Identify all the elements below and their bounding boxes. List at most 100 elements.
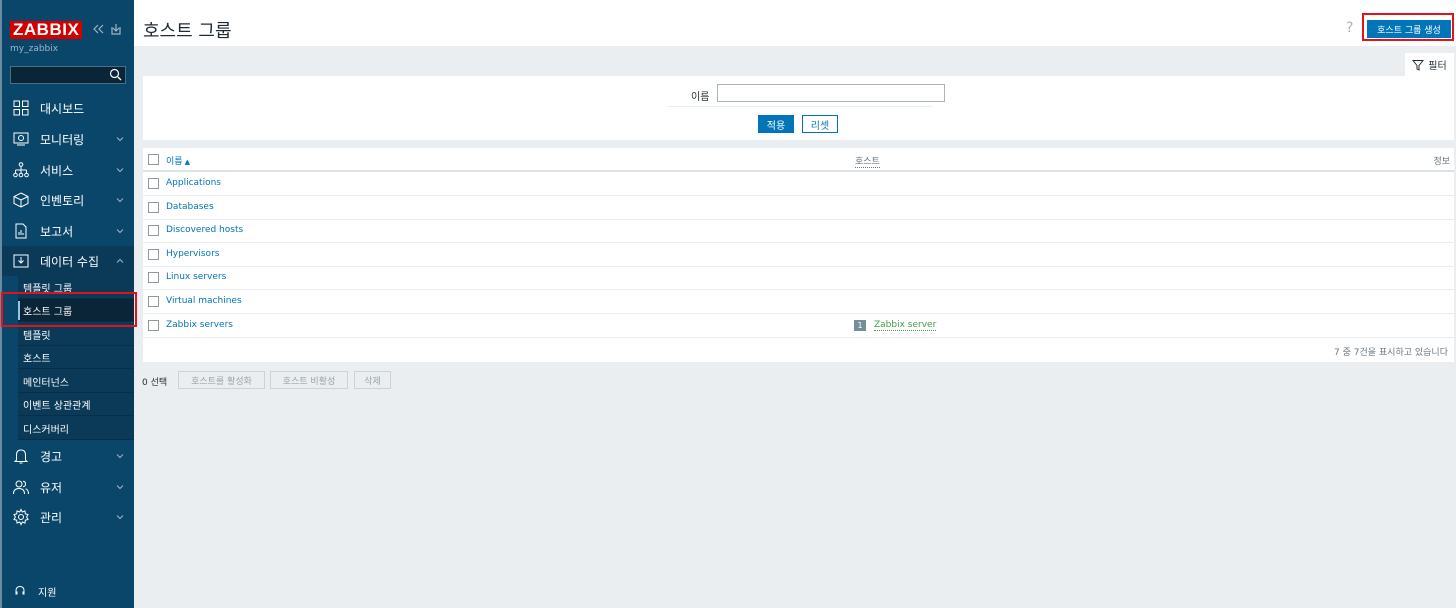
chevron-down-icon — [116, 198, 124, 203]
table-header: 이름 ▲ 호스트 정보 — [143, 148, 1454, 172]
search-icon[interactable] — [109, 68, 122, 81]
sidebar-item-label: 대시보드 — [40, 101, 85, 116]
chevron-down-icon — [116, 515, 124, 520]
submenu-template-groups[interactable]: 템플릿 그룹 — [18, 276, 134, 299]
delete-button[interactable]: 삭제 — [354, 371, 391, 389]
sidebar-item-alerts[interactable]: 경고 — [2, 441, 134, 471]
sidebar-item-users[interactable]: 유저 — [2, 472, 134, 502]
host-link[interactable]: Zabbix server — [874, 320, 937, 331]
table-row: Databases — [143, 196, 1454, 220]
help-icon[interactable]: ? — [1346, 20, 1353, 36]
row-checkbox[interactable] — [148, 178, 159, 189]
submenu-host-groups[interactable]: 호스트 그룹 — [18, 299, 134, 322]
row-checkbox[interactable] — [148, 249, 159, 260]
sidebar-item-label: 경고 — [40, 449, 63, 464]
chevron-up-icon — [116, 258, 124, 263]
host-group-link[interactable]: Databases — [166, 202, 214, 212]
support-label: 지원 — [38, 587, 57, 599]
users-icon — [13, 480, 29, 495]
dashboard-icon — [13, 100, 29, 116]
chevron-down-icon — [116, 454, 124, 459]
filter-icon — [1412, 59, 1425, 71]
sidebar-item-label: 모니터링 — [40, 132, 85, 147]
filter-tab[interactable]: 필터 — [1405, 53, 1454, 76]
sidebar-item-label: 유저 — [40, 480, 63, 495]
sidebar-item-monitoring[interactable]: 모니터링 — [2, 124, 134, 154]
selected-count: 0 선택 — [142, 378, 168, 388]
row-checkbox[interactable] — [148, 296, 159, 307]
collapse-sidebar-icon[interactable] — [92, 22, 104, 36]
filter-name-input[interactable] — [717, 84, 945, 102]
row-checkbox[interactable] — [148, 202, 159, 213]
chevron-down-icon — [116, 168, 124, 173]
table-row: Linux servers — [143, 266, 1454, 290]
services-icon — [13, 162, 29, 178]
apply-button[interactable]: 적용 — [758, 115, 794, 133]
filter-tab-label: 필터 — [1428, 61, 1447, 72]
sidebar-item-data-collection[interactable]: 데이터 수집 — [2, 246, 134, 276]
sidebar-item-label: 관리 — [40, 510, 63, 525]
column-header-hosts[interactable]: 호스트 — [855, 154, 880, 168]
filter-name-label: 이름 — [691, 92, 710, 103]
sidebar-item-services[interactable]: 서비스 — [2, 155, 134, 185]
sidebar-item-label: 보고서 — [40, 224, 74, 239]
table-row: Virtual machines — [143, 290, 1454, 314]
gear-icon — [13, 508, 29, 526]
chevron-down-icon — [116, 229, 124, 234]
column-header-name[interactable]: 이름 ▲ — [166, 154, 190, 167]
host-group-link[interactable]: Zabbix servers — [166, 320, 233, 330]
server-name: my_zabbix — [10, 44, 59, 54]
sidebar-item-dashboard[interactable]: 대시보드 — [2, 93, 134, 123]
table-footer-count: 7 중 7건을 표시하고 있습니다 — [1334, 348, 1448, 358]
host-groups-table: 이름 ▲ 호스트 정보 Applications Databases Discov… — [143, 148, 1454, 362]
table-row: Applications — [143, 172, 1454, 196]
chevron-down-icon — [116, 137, 124, 142]
chevron-down-icon — [116, 485, 124, 490]
sidebar-item-label: 서비스 — [40, 163, 74, 178]
sidebar-item-support[interactable]: 지원 — [2, 580, 134, 602]
submenu-maintenance[interactable]: 메인터넌스 — [18, 370, 134, 393]
column-header-info: 정보 — [1433, 157, 1450, 167]
enable-hosts-button[interactable]: 호스트를 활성화 — [178, 371, 265, 389]
data-collection-icon — [13, 254, 29, 268]
submenu-hosts[interactable]: 호스트 — [18, 346, 134, 369]
sort-asc-icon: ▲ — [184, 158, 190, 166]
headset-icon — [15, 585, 25, 595]
zabbix-logo[interactable]: ZABBIX — [10, 21, 83, 39]
submenu-discovery[interactable]: 디스커버리 — [18, 417, 134, 440]
row-checkbox[interactable] — [148, 272, 159, 283]
select-all-checkbox[interactable] — [148, 154, 159, 165]
sidebar-item-administration[interactable]: 관리 — [2, 502, 134, 532]
kiosk-mode-icon[interactable] — [110, 22, 122, 36]
column-name-label: 이름 — [166, 157, 183, 167]
monitor-icon — [13, 132, 29, 146]
bell-icon — [13, 449, 29, 464]
sidebar: ZABBIX my_zabbix 대시보드 모니터링 서비스 인벤토리 보고서 … — [0, 0, 134, 608]
create-host-group-button[interactable]: 호스트 그룹 생성 — [1367, 20, 1451, 38]
sidebar-item-label: 데이터 수집 — [40, 254, 100, 269]
table-row: Zabbix servers 1 Zabbix server — [143, 314, 1454, 338]
submenu-event-correlation[interactable]: 이벤트 상관관계 — [18, 393, 134, 416]
host-group-link[interactable]: Applications — [166, 178, 221, 188]
sidebar-item-reports[interactable]: 보고서 — [2, 216, 134, 246]
host-group-link[interactable]: Discovered hosts — [166, 225, 243, 235]
sidebar-search-input[interactable] — [11, 67, 111, 83]
disable-hosts-button[interactable]: 호스트 비활성 — [270, 371, 348, 389]
page-title: 호스트 그룹 — [143, 21, 232, 42]
host-group-link[interactable]: Hypervisors — [166, 249, 219, 259]
host-group-link[interactable]: Linux servers — [166, 272, 226, 282]
report-icon — [15, 223, 27, 239]
host-group-link[interactable]: Virtual machines — [166, 296, 242, 306]
submenu-templates[interactable]: 템플릿 — [18, 323, 134, 346]
row-checkbox[interactable] — [148, 225, 159, 236]
row-checkbox[interactable] — [148, 320, 159, 331]
sidebar-search — [10, 66, 126, 84]
sidebar-item-inventory[interactable]: 인벤토리 — [2, 185, 134, 215]
filter-panel: 이름 적용 리셋 — [143, 76, 1454, 140]
host-count-badge: 1 — [854, 320, 866, 331]
filter-divider — [667, 106, 932, 107]
reset-button[interactable]: 리셋 — [802, 115, 838, 133]
table-row: Discovered hosts — [143, 219, 1454, 243]
sidebar-item-label: 인벤토리 — [40, 193, 85, 208]
page-header: 호스트 그룹 ? 호스트 그룹 생성 — [134, 0, 1456, 46]
